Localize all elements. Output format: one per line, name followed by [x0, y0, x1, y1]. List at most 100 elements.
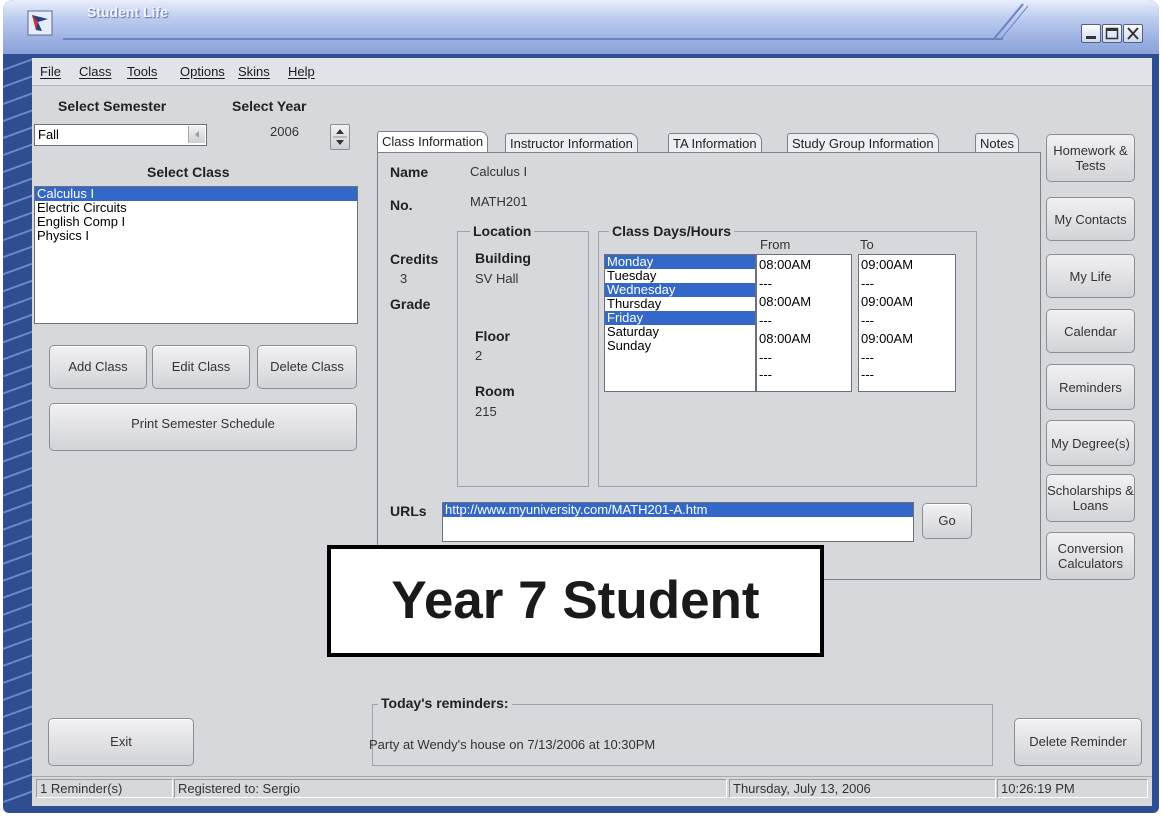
number-label: No. — [390, 197, 413, 213]
class-list-item[interactable]: Physics I — [35, 229, 357, 243]
from-time-item[interactable]: --- — [757, 349, 851, 366]
class-information-panel: Name Calculus I No. MATH201 Credits 3 Gr… — [377, 152, 1041, 580]
my-contacts-button[interactable]: My Contacts — [1046, 197, 1135, 241]
day-list-item[interactable]: Tuesday — [605, 269, 755, 283]
class-list[interactable]: Calculus I Electric Circuits English Com… — [34, 186, 358, 324]
app-logo-icon — [27, 10, 53, 36]
delete-reminder-button[interactable]: Delete Reminder — [1014, 718, 1142, 766]
maximize-icon — [1105, 27, 1119, 40]
menu-skins[interactable]: Skins — [238, 64, 270, 79]
scholarships-loans-button[interactable]: Scholarships & Loans — [1046, 474, 1135, 522]
room-value: 215 — [475, 404, 497, 419]
from-times-list[interactable]: 08:00AM --- 08:00AM --- 08:00AM --- --- — [756, 254, 852, 392]
print-semester-schedule-button[interactable]: Print Semester Schedule — [49, 403, 357, 451]
my-life-button[interactable]: My Life — [1046, 254, 1135, 298]
menu-options[interactable]: Options — [180, 64, 225, 79]
menu-help[interactable]: Help — [288, 64, 315, 79]
day-list-item[interactable]: Friday — [605, 311, 755, 325]
class-list-item[interactable]: English Comp I — [35, 215, 357, 229]
to-time-item[interactable]: --- — [859, 275, 955, 292]
status-registered-to: Registered to: Sergio — [174, 779, 727, 798]
class-days-hours-title: Class Days/Hours — [609, 223, 735, 239]
status-date: Thursday, July 13, 2006 — [729, 779, 996, 798]
close-icon — [1127, 27, 1139, 40]
title-decoration-line — [63, 38, 1003, 40]
tab-ta-information[interactable]: TA Information — [668, 133, 762, 153]
name-value: Calculus I — [470, 164, 528, 179]
days-list[interactable]: Monday Tuesday Wednesday Thursday Friday… — [604, 254, 756, 392]
tab-instructor-information[interactable]: Instructor Information — [505, 133, 638, 153]
day-list-item[interactable]: Thursday — [605, 297, 755, 311]
select-semester-label: Select Semester — [58, 98, 167, 114]
from-time-item[interactable]: 08:00AM — [757, 255, 851, 275]
go-button[interactable]: Go — [922, 503, 972, 539]
day-list-item[interactable]: Sunday — [605, 339, 755, 353]
reminders-button[interactable]: Reminders — [1046, 364, 1135, 410]
year-spinner[interactable] — [330, 124, 350, 150]
chevron-left-icon — [195, 131, 199, 138]
day-list-item[interactable]: Saturday — [605, 325, 755, 339]
tab-class-information[interactable]: Class Information — [377, 131, 489, 154]
credits-value: 3 — [400, 271, 408, 286]
to-time-item[interactable]: --- — [859, 312, 955, 329]
to-time-item[interactable]: --- — [859, 366, 955, 383]
select-year-label: Select Year — [232, 98, 307, 114]
tab-notes[interactable]: Notes — [975, 133, 1019, 153]
status-reminders-count: 1 Reminder(s) — [36, 779, 173, 798]
minimize-icon — [1086, 36, 1096, 39]
from-time-item[interactable]: --- — [757, 366, 851, 383]
menu-tools[interactable]: Tools — [127, 64, 157, 79]
from-time-item[interactable]: --- — [757, 275, 851, 292]
url-list-item[interactable]: http://www.myuniversity.com/MATH201-A.ht… — [443, 503, 913, 517]
to-time-item[interactable]: 09:00AM — [859, 255, 955, 275]
spinner-arrows-icon — [333, 129, 347, 145]
urls-list[interactable]: http://www.myuniversity.com/MATH201-A.ht… — [442, 502, 914, 542]
status-bar: 1 Reminder(s) Registered to: Sergio Thur… — [32, 776, 1152, 799]
tab-study-group-information[interactable]: Study Group Information — [787, 133, 939, 153]
dropdown-arrow-button[interactable] — [188, 126, 205, 143]
to-time-item[interactable]: --- — [859, 349, 955, 366]
client-area: File Class Tools Options Skins Help Sele… — [32, 58, 1152, 806]
title-bar[interactable]: Student Life — [3, 0, 1159, 54]
maximize-button[interactable] — [1102, 24, 1122, 43]
building-value: SV Hall — [475, 271, 519, 286]
to-column-label: To — [860, 237, 874, 252]
to-time-item[interactable]: 09:00AM — [859, 329, 955, 349]
from-time-item[interactable]: 08:00AM — [757, 292, 851, 312]
semester-dropdown[interactable]: Fall — [34, 124, 207, 146]
status-time: 10:26:19 PM — [997, 779, 1148, 798]
exit-button[interactable]: Exit — [48, 718, 194, 766]
number-value: MATH201 — [470, 194, 528, 209]
minimize-button[interactable] — [1081, 24, 1101, 43]
conversion-calculators-button[interactable]: Conversion Calculators — [1046, 532, 1135, 580]
day-list-item[interactable]: Monday — [605, 255, 755, 269]
floor-label: Floor — [475, 328, 510, 344]
semester-value: Fall — [38, 127, 59, 142]
menu-class[interactable]: Class — [79, 64, 112, 79]
overlay-caption: Year 7 Student — [327, 545, 824, 657]
delete-class-button[interactable]: Delete Class — [257, 345, 357, 389]
to-times-list[interactable]: 09:00AM --- 09:00AM --- 09:00AM --- --- — [858, 254, 956, 392]
my-degrees-button[interactable]: My Degree(s) — [1046, 420, 1135, 466]
todays-reminders-title: Today's reminders: — [378, 695, 512, 711]
from-time-item[interactable]: --- — [757, 312, 851, 329]
calendar-button[interactable]: Calendar — [1046, 309, 1135, 353]
from-time-item[interactable]: 08:00AM — [757, 329, 851, 349]
year-value: 2006 — [270, 124, 299, 139]
close-button[interactable] — [1123, 24, 1143, 43]
todays-reminders-groupbox — [372, 704, 993, 766]
to-time-item[interactable]: 09:00AM — [859, 292, 955, 312]
menu-bar: File Class Tools Options Skins Help — [32, 58, 1152, 86]
menu-file[interactable]: File — [40, 64, 61, 79]
class-list-item[interactable]: Calculus I — [35, 187, 357, 201]
reminder-text: Party at Wendy's house on 7/13/2006 at 1… — [369, 737, 656, 752]
homework-tests-button[interactable]: Homework & Tests — [1046, 134, 1135, 182]
credits-label: Credits — [390, 251, 439, 267]
class-list-item[interactable]: Electric Circuits — [35, 201, 357, 215]
window-title: Student Life — [87, 4, 168, 20]
building-label: Building — [475, 250, 531, 266]
room-label: Room — [475, 383, 515, 399]
edit-class-button[interactable]: Edit Class — [152, 345, 250, 389]
day-list-item[interactable]: Wednesday — [605, 283, 755, 297]
add-class-button[interactable]: Add Class — [49, 345, 147, 389]
